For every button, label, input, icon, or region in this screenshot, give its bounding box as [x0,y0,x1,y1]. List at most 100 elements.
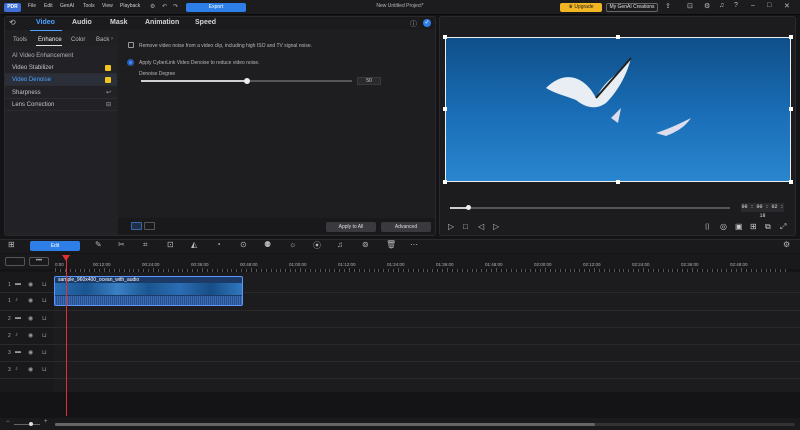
close-icon[interactable]: ✕ [784,2,790,10]
lock-icon[interactable]: ⊔ [42,349,47,356]
timeline-scrollbar-thumb[interactable] [55,423,595,426]
resize-handle[interactable] [443,180,447,184]
tab-video[interactable]: Video [36,19,55,26]
split-icon[interactable]: ✂ [118,240,125,249]
fit-icon[interactable]: ⊡ [167,240,174,249]
resize-handle[interactable] [443,35,447,39]
zoom-icon[interactable]: ⊞ [750,222,757,231]
eye-icon[interactable]: ◉ [28,349,33,356]
menu-genai[interactable]: GenAI [60,3,74,9]
denoise-slider-handle[interactable] [244,78,250,84]
minimize-icon[interactable]: – [751,2,755,9]
speed-icon[interactable]: ◔ [216,240,221,249]
view-single-button[interactable] [131,222,142,230]
tab-speed[interactable]: Speed [195,19,216,26]
resize-handle[interactable] [789,35,793,39]
lock-icon[interactable]: ⊔ [42,366,47,373]
mute-icon[interactable]: ◉ [28,297,33,304]
tab-mask[interactable]: Mask [110,19,128,26]
video-preview[interactable] [445,37,791,182]
snapshot-icon[interactable]: ⌷ [705,222,710,232]
preview-scrubber-handle[interactable] [466,205,471,210]
redo-icon[interactable]: ↷ [173,3,178,10]
lock-icon[interactable]: ⊔ [42,332,47,339]
audio-icon[interactable]: ♫ [337,240,343,249]
zoom-slider[interactable] [14,424,40,425]
quality-icon[interactable]: ◎ [720,222,727,231]
export-button[interactable]: Export [186,3,246,12]
maximize-icon[interactable]: □ [767,2,771,9]
tab-animation[interactable]: Animation [145,19,179,26]
mask-icon[interactable]: ◭ [191,240,197,249]
lock-icon[interactable]: ⊔ [42,297,47,304]
denoise-radio[interactable] [127,59,134,66]
advanced-button[interactable]: Advanced [381,222,431,232]
zoom-slider-handle[interactable] [29,422,33,426]
color-icon[interactable]: ⦿ [313,240,321,251]
gear-icon[interactable]: ⚙ [704,2,710,10]
ai-icon[interactable]: ⚉ [264,240,271,249]
menu-edit[interactable]: Edit [44,3,53,9]
resize-handle[interactable] [616,180,620,184]
menu-view[interactable]: View [102,3,113,9]
cart-icon[interactable]: ⊡ [687,2,693,10]
menu-tools[interactable]: Tools [83,3,95,9]
lock-icon[interactable]: ⊔ [42,281,47,288]
resize-handle[interactable] [789,107,793,111]
tools-icon[interactable]: ⋯ [410,240,418,249]
keyframe-icon[interactable]: ⊙ [240,240,247,249]
subtab-color[interactable]: Color [71,37,85,43]
trash-icon[interactable]: 🗑 [386,240,396,249]
pen-icon[interactable]: ✎ [95,240,102,249]
zoom-out-icon[interactable]: − [6,419,10,425]
mute-icon[interactable]: ◉ [28,366,33,373]
view-compare-button[interactable] [144,222,155,230]
resize-handle[interactable] [616,35,620,39]
menu-file[interactable]: File [28,3,36,9]
preview-scrubber[interactable] [450,207,730,209]
noise-checkbox[interactable] [128,42,134,48]
back-icon[interactable]: ⟲ [9,18,16,27]
subtab-tools[interactable]: Tools [13,37,27,43]
prev-frame-icon[interactable]: ◁ [478,222,484,231]
undo-icon[interactable]: ↶ [162,3,167,10]
eye-icon[interactable]: ◉ [28,281,33,288]
stop-icon[interactable]: □ [463,222,468,231]
list-item-lens-correction[interactable]: Lens Correction ⊟ [5,99,117,111]
undock-icon[interactable]: ⧉ [765,222,771,232]
help-icon[interactable]: ⓘ [410,19,417,29]
upgrade-button[interactable]: ♛ Upgrade [560,3,602,12]
brightness-icon[interactable]: ☼ [289,240,296,249]
chevron-right-icon[interactable]: › [111,36,113,42]
timecode-display[interactable]: 00 : 00 : 02 : 18 [741,203,784,219]
denoise-value[interactable]: 50 [357,77,381,85]
crop-icon[interactable]: ⌗ [143,240,148,250]
list-item-video-denoise[interactable]: Video Denoise [5,74,117,86]
playhead[interactable] [66,258,67,416]
eye-icon[interactable]: ◉ [28,315,33,322]
my-genai-creations-button[interactable]: My GenAI Creations [606,3,658,12]
edit-button[interactable]: Edit [30,241,80,251]
bell-icon[interactable]: ♫ [719,2,724,9]
help-icon[interactable]: ? [734,2,738,9]
list-item-sharpness[interactable]: Sharpness ↩ [5,87,117,99]
share-icon[interactable]: ⇪ [665,2,671,10]
apply-to-all-button[interactable]: Apply to All [326,222,376,232]
resize-handle[interactable] [789,180,793,184]
menu-playback[interactable]: Playback [120,3,140,9]
next-frame-icon[interactable]: ▷ [493,222,499,231]
fullscreen-icon[interactable]: ⤢ [780,222,786,232]
settings-icon[interactable]: ⚙ [150,3,155,10]
track-view-button[interactable] [5,257,25,266]
media-icon[interactable]: ⊞ [8,240,15,249]
tab-audio[interactable]: Audio [72,19,92,26]
subtab-back[interactable]: Back [96,37,109,43]
mute-icon[interactable]: ◉ [28,332,33,339]
timeline-settings-icon[interactable]: ⚙ [783,240,790,249]
list-item-video-stabilizer[interactable]: Video Stabilizer [5,62,117,74]
mixer-icon[interactable]: ⊚ [362,240,369,249]
lock-icon[interactable]: ⊔ [42,315,47,322]
display-icon[interactable]: ▣ [735,222,743,231]
toggle-icon[interactable]: ✓ [423,19,431,27]
more-options-button[interactable]: ••• [29,257,49,266]
